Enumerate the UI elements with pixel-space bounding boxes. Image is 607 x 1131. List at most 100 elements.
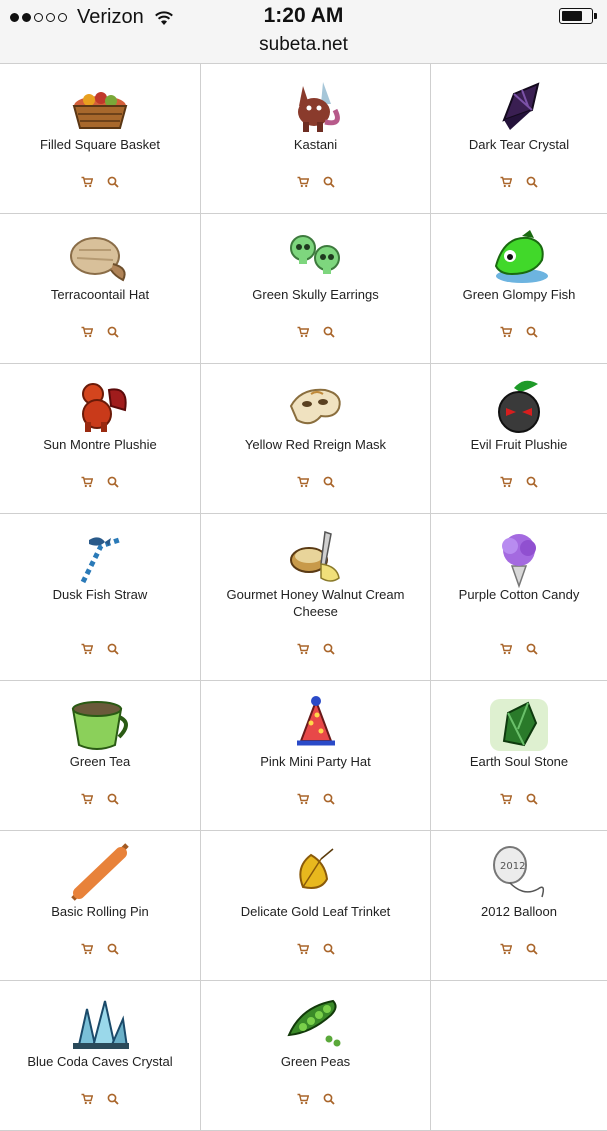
blue-crystal-icon[interactable] [65, 993, 135, 1055]
cart-icon[interactable] [81, 942, 94, 955]
address-bar-url[interactable]: subeta.net [0, 34, 607, 56]
cream-cheese-icon[interactable] [281, 526, 351, 588]
dark-crystal-icon[interactable] [484, 76, 554, 138]
search-icon[interactable] [107, 792, 119, 805]
cart-icon[interactable] [500, 325, 513, 338]
item-card[interactable]: Evil Fruit Plushie [431, 364, 607, 514]
cart-icon[interactable] [500, 942, 513, 955]
green-fish-icon[interactable] [484, 226, 554, 288]
item-actions [0, 942, 200, 955]
item-card[interactable]: Dark Tear Crystal [431, 64, 607, 214]
item-name: Green Glompy Fish [462, 287, 576, 302]
item-actions [0, 642, 200, 655]
peas-icon[interactable] [281, 993, 351, 1055]
item-card[interactable]: Basic Rolling Pin [0, 831, 201, 981]
search-icon[interactable] [323, 642, 335, 655]
search-icon[interactable] [107, 642, 119, 655]
search-icon[interactable] [526, 642, 538, 655]
item-actions [0, 1092, 200, 1105]
search-icon[interactable] [323, 1092, 335, 1105]
cart-icon[interactable] [297, 475, 309, 488]
item-card[interactable]: Kastani [201, 64, 431, 214]
item-card[interactable]: 2012 2012 Balloon [431, 831, 607, 981]
search-icon[interactable] [526, 175, 538, 188]
skull-earrings-icon[interactable] [281, 226, 351, 288]
item-name: Basic Rolling Pin [51, 904, 149, 919]
fur-hat-icon[interactable] [65, 226, 135, 288]
item-card[interactable]: Green Tea [0, 681, 201, 831]
cart-icon[interactable] [500, 642, 513, 655]
item-card[interactable]: Purple Cotton Candy [431, 514, 607, 681]
item-card[interactable]: Pink Mini Party Hat [201, 681, 431, 831]
cart-icon[interactable] [81, 325, 94, 338]
item-card[interactable]: Earth Soul Stone [431, 681, 607, 831]
party-hat-icon[interactable] [281, 693, 351, 755]
cart-icon[interactable] [81, 1092, 94, 1105]
cart-icon[interactable] [297, 642, 309, 655]
cart-icon[interactable] [297, 1092, 309, 1105]
item-name: Green Skully Earrings [252, 287, 379, 302]
cart-icon[interactable] [500, 475, 513, 488]
kastani-pet-icon[interactable] [281, 76, 351, 138]
cart-icon[interactable] [297, 792, 309, 805]
search-icon[interactable] [323, 942, 335, 955]
item-card[interactable]: Green Skully Earrings [201, 214, 431, 364]
soul-stone-icon[interactable] [484, 693, 554, 755]
item-name: Kastani [293, 137, 338, 152]
item-card[interactable]: Sun Montre Plushie [0, 364, 201, 514]
basket-icon[interactable] [65, 76, 135, 138]
item-actions [0, 175, 200, 188]
battery-icon [559, 8, 597, 24]
search-icon[interactable] [107, 325, 119, 338]
straw-icon[interactable] [65, 526, 135, 588]
evil-fruit-icon[interactable] [484, 376, 554, 438]
cart-icon[interactable] [297, 942, 309, 955]
balloon-icon[interactable]: 2012 [484, 843, 554, 905]
search-icon[interactable] [323, 175, 335, 188]
item-card[interactable]: Gourmet Honey Walnut Cream Cheese [201, 514, 431, 681]
mask-icon[interactable] [281, 376, 351, 438]
search-icon[interactable] [526, 792, 538, 805]
search-icon[interactable] [107, 175, 119, 188]
search-icon[interactable] [107, 1092, 119, 1105]
search-icon[interactable] [526, 475, 538, 488]
item-card[interactable]: Dusk Fish Straw [0, 514, 201, 681]
search-icon[interactable] [526, 942, 538, 955]
cart-icon[interactable] [297, 325, 309, 338]
plushie-icon[interactable] [65, 376, 135, 438]
rolling-pin-icon[interactable] [65, 843, 135, 905]
item-actions [431, 175, 607, 188]
item-actions [431, 325, 607, 338]
item-actions [0, 325, 200, 338]
cart-icon[interactable] [81, 475, 94, 488]
cart-icon[interactable] [500, 792, 513, 805]
item-name: Sun Montre Plushie [43, 437, 157, 452]
item-card[interactable]: Delicate Gold Leaf Trinket [201, 831, 431, 981]
item-name: Gourmet Honey Walnut Cream Cheese [226, 587, 405, 619]
item-card[interactable]: Terracoontail Hat [0, 214, 201, 364]
item-card[interactable]: Yellow Red Rreign Mask [201, 364, 431, 514]
cart-icon[interactable] [81, 175, 94, 188]
cart-icon[interactable] [81, 792, 94, 805]
item-actions [201, 475, 430, 488]
cotton-candy-icon[interactable] [484, 526, 554, 589]
gold-leaf-icon[interactable] [281, 843, 351, 905]
item-grid: Filled Square Basket Kastani Dark Tear Cry… [0, 64, 607, 1131]
search-icon[interactable] [526, 325, 538, 338]
item-card[interactable]: Green Glompy Fish [431, 214, 607, 364]
item-actions [431, 792, 607, 805]
item-card[interactable]: Green Peas [201, 981, 431, 1131]
cart-icon[interactable] [500, 175, 513, 188]
tea-cup-icon[interactable] [65, 693, 135, 755]
search-icon[interactable] [323, 475, 335, 488]
search-icon[interactable] [323, 325, 335, 338]
item-name: Dark Tear Crystal [468, 137, 570, 152]
cart-icon[interactable] [81, 642, 94, 655]
search-icon[interactable] [107, 475, 119, 488]
item-name: Green Tea [69, 754, 131, 769]
cart-icon[interactable] [297, 175, 309, 188]
search-icon[interactable] [107, 942, 119, 955]
item-card[interactable]: Blue Coda Caves Crystal [0, 981, 201, 1131]
item-card[interactable]: Filled Square Basket [0, 64, 201, 214]
search-icon[interactable] [323, 792, 335, 805]
